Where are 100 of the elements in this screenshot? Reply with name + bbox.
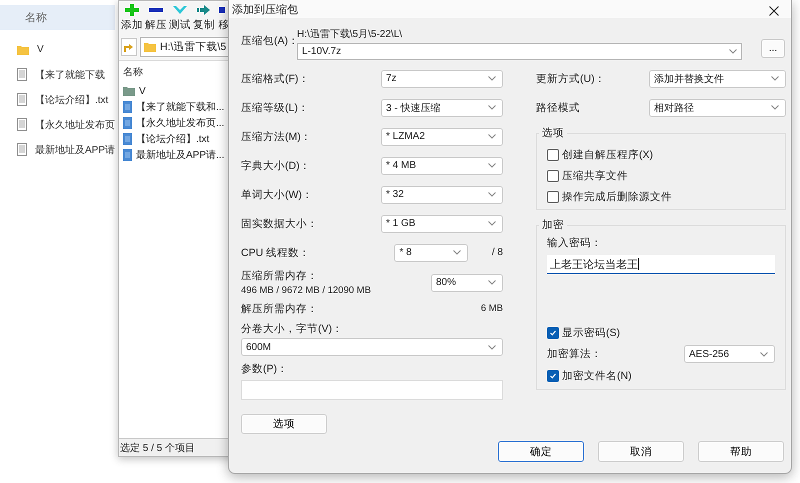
dropdown[interactable]: * 1 GB [381, 214, 503, 232]
chevron-icon [488, 163, 496, 168]
file-name[interactable]: 【来了就能下载 [35, 68, 105, 82]
archive-name-field[interactable]: L-10V.7z [297, 43, 742, 60]
file-name[interactable]: 【永久地址发布页... [136, 116, 224, 130]
chevron-icon [488, 221, 496, 226]
dialog-button[interactable]: 帮助 [698, 441, 784, 462]
memory-value: 6 MB [480, 303, 503, 314]
chevron-icon [771, 105, 779, 110]
chevron-icon [453, 250, 462, 255]
document-icon [17, 93, 27, 106]
checkbox-label: 创建自解压程序(X) [562, 148, 653, 162]
checkbox-label: 压缩共享文件 [562, 168, 628, 182]
checkbox-label: 加密文件名(N) [562, 368, 632, 382]
document-icon [123, 133, 132, 145]
document-icon [17, 118, 27, 131]
dropdown[interactable]: 7z [381, 70, 503, 88]
file-name[interactable]: 最新地址及APP请 [35, 142, 116, 156]
checkbox[interactable] [547, 190, 559, 202]
field-label: 参数(P)： [241, 362, 289, 376]
plus-icon [125, 4, 139, 16]
document-icon [17, 68, 27, 81]
folder-icon [144, 42, 156, 52]
dropdown[interactable]: * 32 [381, 186, 503, 204]
toolbar-button[interactable]: 复制 [193, 4, 215, 34]
document-icon [123, 149, 132, 161]
file-name[interactable]: 【永久地址发布页 [35, 118, 115, 132]
checkbox[interactable] [547, 370, 559, 382]
checkbox-label: 显示密码(S) [562, 326, 620, 340]
dropdown[interactable]: 600M [241, 338, 503, 356]
toolbar-button[interactable]: 测试 [169, 4, 191, 34]
field-label: 压缩包(A)： [241, 35, 297, 48]
memory-usage: 496 MB / 9672 MB / 12090 MB [241, 285, 371, 296]
file-name[interactable]: 最新地址及APP请... [136, 148, 224, 162]
file-name[interactable]: 【论坛介绍】.txt [136, 132, 210, 146]
field-label: 压缩等级(L)： [241, 100, 309, 114]
chevron-icon [488, 76, 496, 81]
dropdown[interactable]: 3 - 快速压缩 [381, 98, 503, 116]
file-name[interactable]: V [139, 86, 146, 96]
dropdown[interactable]: AES-256 [684, 345, 775, 363]
field-label: 路径模式 [536, 100, 580, 114]
column-header[interactable]: 名称 [0, 5, 115, 30]
toolbar-button[interactable]: 添加 [121, 4, 143, 34]
field-label: 压缩格式(F)： [241, 72, 310, 86]
password-field[interactable]: 上老王论坛当老王 [547, 255, 775, 274]
chevron-icon [488, 192, 496, 197]
group-title: 选项 [541, 126, 565, 140]
dropdown[interactable]: 添加并替换文件 [649, 70, 786, 88]
options-button[interactable]: 选项 [241, 414, 327, 434]
chevron-icon [488, 280, 496, 285]
field-label: 固实数据大小： [241, 216, 318, 230]
document-icon [123, 117, 132, 129]
checkbox[interactable] [547, 326, 559, 338]
checkbox-label: 操作完成后删除源文件 [562, 190, 672, 204]
dropdown[interactable]: * LZMA2 [381, 128, 503, 146]
field-label: 输入密码： [547, 236, 603, 250]
arrow-icon [124, 42, 134, 52]
field-label: 压缩所需内存： [241, 269, 319, 283]
check-icon [549, 372, 557, 380]
check-icon [549, 328, 557, 336]
folder-icon [123, 86, 135, 96]
file-name[interactable]: 【来了就能下载和... [136, 100, 224, 114]
field-label: 加密算法： [547, 347, 602, 361]
checkbox[interactable] [547, 148, 559, 160]
folder-path: H:\迅雷下载\5月\5-22\L\ [297, 28, 404, 41]
field-label: 更新方式(U)： [536, 72, 606, 86]
folder-icon [17, 44, 29, 54]
thread-total: / 8 [492, 247, 503, 258]
dialog-button[interactable]: 确定 [498, 441, 584, 462]
toolbar-button[interactable]: 解压 [145, 4, 167, 34]
chevron-icon [729, 49, 737, 54]
browse-button[interactable]: ... [761, 39, 785, 58]
field-label: CPU 线程数： [241, 246, 310, 260]
check-icon [173, 4, 187, 16]
dropdown[interactable]: 相对路径 [649, 98, 786, 116]
chevron-icon [760, 352, 768, 356]
chevron-icon [771, 76, 779, 81]
window-title: 添加到压缩包 [232, 2, 298, 16]
field-label: 分卷大小，字节(V)： [241, 322, 344, 336]
chevron-icon [488, 105, 496, 110]
dialog-button[interactable]: 取消 [598, 441, 684, 462]
dropdown[interactable]: * 8 [394, 244, 468, 262]
dropdown[interactable]: * 4 MB [381, 156, 503, 174]
file-name[interactable]: 【论坛介绍】.txt [35, 92, 108, 106]
field-label: 单词大小(W)： [241, 188, 313, 202]
toolbar-button[interactable]: 移 [217, 4, 231, 34]
group-title: 加密 [541, 218, 565, 232]
field-label: 字典大小(D)： [241, 158, 311, 172]
parameters-field[interactable] [241, 380, 503, 400]
field-label: 压缩方法(M)： [241, 130, 312, 144]
column-header[interactable]: 名称 [123, 65, 143, 79]
arrow-right-icon [197, 4, 211, 16]
file-name[interactable]: V [37, 44, 44, 55]
chevron-icon [488, 344, 496, 350]
document-icon [123, 101, 132, 113]
checkbox[interactable] [547, 170, 559, 182]
document-icon [17, 143, 27, 156]
dropdown[interactable]: 80% [431, 274, 503, 292]
chevron-icon [488, 134, 496, 139]
field-label: 解压所需内存： [241, 302, 318, 316]
